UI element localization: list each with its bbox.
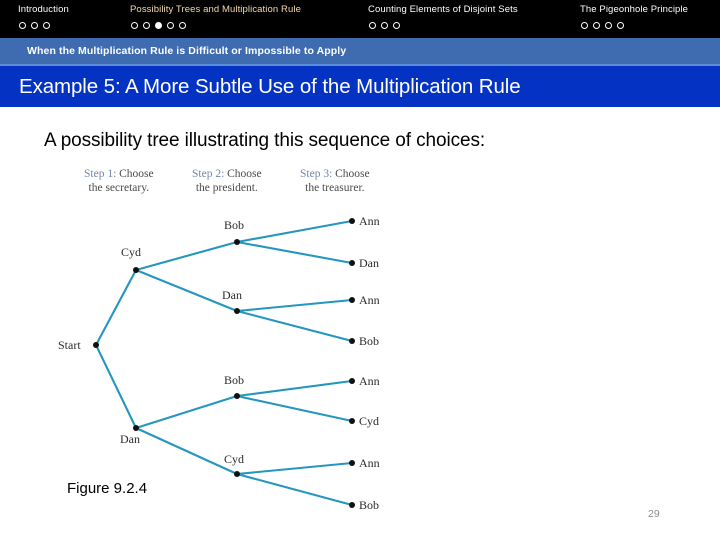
tree-node-dot-cyd-1 — [133, 267, 139, 273]
step-action: Choose — [332, 168, 370, 180]
tree-node-label-leaf-1: Ann — [359, 214, 380, 228]
nav-section-3[interactable]: The Pigeonhole Principle — [580, 0, 710, 29]
tree-edge — [235, 394, 354, 423]
page-number: 29 — [648, 508, 660, 520]
nav-dot[interactable] — [43, 22, 50, 29]
step-number: Step 2: — [192, 168, 225, 180]
tree-node-dot-leaf-3 — [349, 297, 355, 303]
section-subheader: When the Multiplication Rule is Difficul… — [0, 38, 720, 64]
nav-section-label: Introduction — [18, 4, 69, 15]
tree-node-dot-dan-2 — [234, 308, 240, 314]
step-role: the secretary. — [88, 181, 150, 194]
tree-node-label-dan-1: Dan — [120, 432, 140, 446]
nav-section-label: Possibility Trees and Multiplication Rul… — [130, 4, 301, 15]
tree-node-label-dan-2: Dan — [222, 288, 242, 302]
nav-section-dots — [18, 22, 118, 29]
step-header-1: Step 1: Choose the secretary. — [84, 168, 154, 195]
tree-node-label-leaf-5: Ann — [359, 374, 380, 388]
figure-caption: Figure 9.2.4 — [67, 480, 148, 497]
tree-node-label-bob-3: Bob — [224, 373, 245, 387]
tree-node-dot-leaf-7 — [349, 460, 355, 466]
slide-title-bar: Example 5: A More Subtle Use of the Mult… — [0, 66, 720, 107]
nav-dot[interactable] — [31, 22, 38, 29]
tree-edge — [235, 240, 354, 265]
nav-section-dots — [368, 22, 540, 29]
nav-section-dots — [130, 22, 328, 29]
tree-edge — [235, 461, 354, 476]
subheader-label: When the Multiplication Rule is Difficul… — [27, 45, 347, 57]
tree-node-label-cyd-1: Cyd — [121, 245, 142, 259]
nav-dot-current[interactable] — [155, 22, 162, 29]
tree-node-label-Start: Start — [58, 338, 81, 352]
tree-edge — [134, 268, 239, 313]
nav-dot[interactable] — [581, 22, 588, 29]
tree-node-label-cyd-3: Cyd — [224, 452, 245, 466]
nav-dot[interactable] — [617, 22, 624, 29]
tree-node-label-leaf-4: Bob — [359, 334, 380, 348]
tree-node-dot-leaf-6 — [349, 418, 355, 424]
nav-section-label: Counting Elements of Disjoint Sets — [368, 4, 518, 15]
tree-edge — [235, 309, 354, 343]
step-role: the treasurer. — [305, 181, 365, 194]
step-header-3: Step 3: Choose the treasurer. — [300, 168, 370, 195]
nav-dot[interactable] — [143, 22, 150, 29]
step-role: the president. — [195, 181, 258, 194]
tree-node-dot-bob-2 — [234, 239, 240, 245]
tree-node-label-leaf-8: Bob — [359, 498, 380, 512]
nav-dot[interactable] — [593, 22, 600, 29]
nav-dot[interactable] — [179, 22, 186, 29]
tree-node-label-leaf-6: Cyd — [359, 414, 380, 428]
step-number: Step 3: — [300, 168, 333, 180]
lead-paragraph: A possibility tree illustrating this seq… — [44, 130, 486, 151]
step-header-2: Step 2: Choose the president. — [192, 168, 262, 195]
tree-node-dot-bob-3 — [234, 393, 240, 399]
tree-edge — [235, 472, 354, 507]
step-number: Step 1: — [84, 168, 117, 180]
nav-dot[interactable] — [167, 22, 174, 29]
nav-section-dots — [580, 22, 710, 29]
nav-dot[interactable] — [381, 22, 388, 29]
tree-node-label-leaf-7: Ann — [359, 456, 380, 470]
nav-dot[interactable] — [393, 22, 400, 29]
nav-dot[interactable] — [131, 22, 138, 29]
step-action: Choose — [116, 168, 154, 180]
nav-section-2[interactable]: Counting Elements of Disjoint Sets — [368, 0, 540, 29]
tree-edge — [94, 268, 138, 347]
tree-node-dot-cyd-3 — [234, 471, 240, 477]
tree-edge — [94, 343, 138, 430]
tree-node-dot-leaf-5 — [349, 378, 355, 384]
tree-edge — [235, 219, 354, 244]
tree-edge — [134, 240, 239, 272]
tree-edge — [235, 298, 354, 313]
page-title: Example 5: A More Subtle Use of the Mult… — [19, 74, 521, 98]
nav-dot[interactable] — [369, 22, 376, 29]
tree-edge — [134, 394, 239, 430]
step-action: Choose — [224, 168, 262, 180]
tree-node-label-leaf-3: Ann — [359, 293, 380, 307]
nav-dot[interactable] — [605, 22, 612, 29]
tree-node-label-bob-2: Bob — [224, 218, 245, 232]
tree-node-dot-leaf-8 — [349, 502, 355, 508]
tree-node-dot-dan-1 — [133, 425, 139, 431]
tree-node-dot-leaf-1 — [349, 218, 355, 224]
tree-node-dot-leaf-4 — [349, 338, 355, 344]
nav-section-1[interactable]: Possibility Trees and Multiplication Rul… — [130, 0, 328, 29]
tree-node-dot-Start — [93, 342, 99, 348]
nav-section-0[interactable]: Introduction — [18, 0, 118, 29]
tree-node-label-leaf-2: Dan — [359, 256, 379, 270]
tree-edge — [235, 379, 354, 398]
tree-edge — [134, 426, 239, 476]
nav-section-label: The Pigeonhole Principle — [580, 4, 689, 15]
tree-node-dot-leaf-2 — [349, 260, 355, 266]
nav-dot[interactable] — [19, 22, 26, 29]
